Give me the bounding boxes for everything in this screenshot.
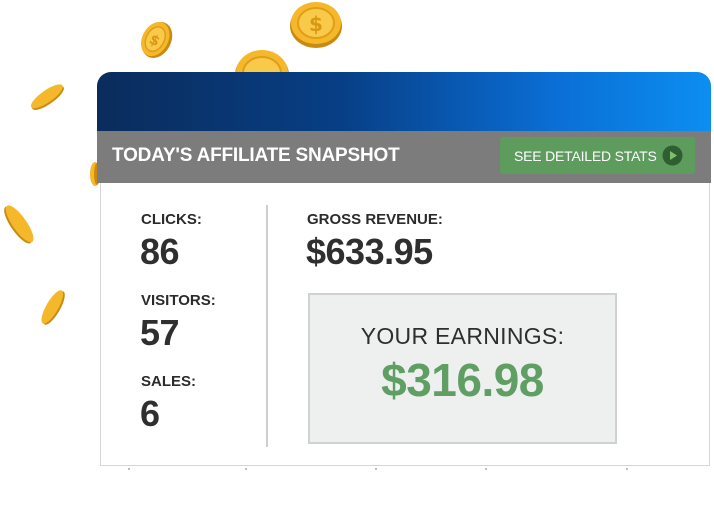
metrics-divider [266,205,268,447]
gross-revenue-value: $633.95 [306,231,433,272]
gold-coin-icon [41,290,65,325]
card-top-gradient-band [97,72,711,132]
decorative-dot [375,468,377,470]
decorative-dot [485,468,487,470]
gold-coin-icon [4,205,34,244]
gross-revenue-label: GROSS REVENUE: [307,211,443,228]
affiliate-snapshot-card: TODAY'S AFFILIATE SNAPSHOT SEE DETAILED … [97,72,711,466]
visitors-value: 57 [140,312,180,353]
play-circle-icon [662,145,683,166]
snapshot-body: CLICKS: 86 VISITORS: 57 SALES: 6 GROSS R… [100,183,710,466]
svg-text:$: $ [309,12,323,36]
your-earnings-box: YOUR EARNINGS: $316.98 [308,293,617,444]
gold-coin-icon [30,84,64,110]
your-earnings-value: $316.98 [381,354,544,406]
snapshot-header-bar: TODAY'S AFFILIATE SNAPSHOT SEE DETAILED … [97,131,711,183]
your-earnings-label: YOUR EARNINGS: [360,323,565,349]
clicks-label: CLICKS: [141,211,202,228]
gold-coin-icon: $ [140,21,173,59]
sales-label: SALES: [141,373,197,390]
snapshot-title: TODAY'S AFFILIATE SNAPSHOT [112,145,400,166]
decorative-dot [626,468,628,470]
decorative-dot [128,468,130,470]
decorative-dot [245,468,247,470]
sales-value: 6 [140,393,160,434]
visitors-label: VISITORS: [141,292,216,309]
see-detailed-stats-label: SEE DETAILED STATS [514,148,657,164]
clicks-value: 86 [140,231,180,272]
gold-coin-icon: $ [290,2,342,48]
see-detailed-stats-button[interactable]: SEE DETAILED STATS [500,137,695,174]
